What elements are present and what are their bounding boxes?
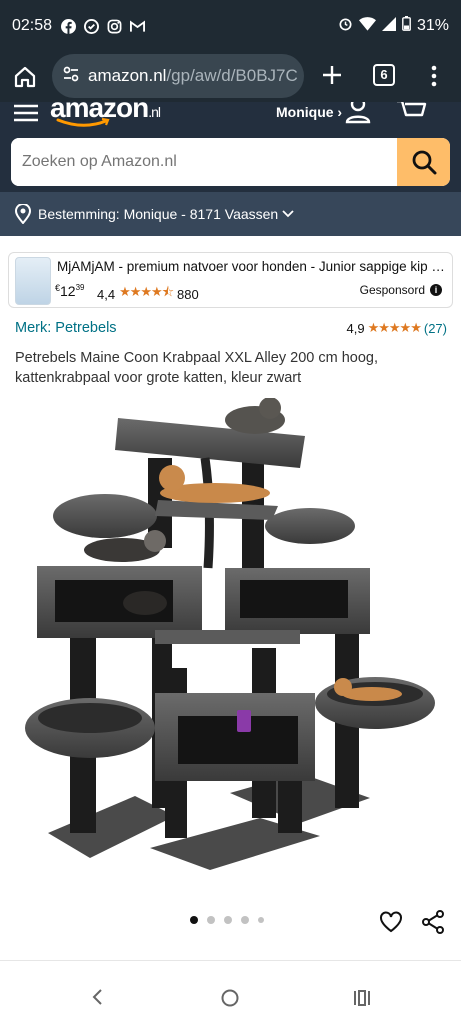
tab-switcher-button[interactable]: 6 xyxy=(373,64,395,86)
sponsored-price: €1239 xyxy=(55,283,85,299)
carousel-dot[interactable] xyxy=(241,916,249,924)
notification-icons xyxy=(60,18,145,34)
brand-link[interactable]: Merk: Petrebels xyxy=(15,320,117,336)
location-text: Bestemming: Monique - 8171 Vaassen xyxy=(38,206,279,222)
amazon-header: amazon.nl Monique › Bestemming: Monique … xyxy=(0,102,461,236)
alarm-icon xyxy=(338,16,353,36)
url-field[interactable]: amazon.nl/gp/aw/d/B0BJ7C xyxy=(52,54,304,98)
sync-icon xyxy=(83,18,99,34)
review-count: (27) xyxy=(423,320,447,336)
hamburger-menu-button[interactable] xyxy=(14,102,38,122)
recents-icon xyxy=(354,990,370,1006)
cart-icon[interactable] xyxy=(396,102,428,124)
system-navigation-bar xyxy=(0,960,461,1024)
battery-icon xyxy=(402,16,411,36)
carousel-dot[interactable] xyxy=(190,916,198,924)
back-icon xyxy=(92,989,102,1005)
carousel-dot[interactable] xyxy=(224,916,232,924)
home-icon xyxy=(14,66,36,88)
product-title: Petrebels Maine Coon Krabpaal XXL Alley … xyxy=(15,350,378,386)
system-indicators: 31% xyxy=(338,16,449,36)
star-rating-icon: ★★★★⯪ xyxy=(119,284,174,299)
search-button[interactable] xyxy=(397,138,450,186)
facebook-icon xyxy=(60,18,76,34)
product-image[interactable] xyxy=(0,398,461,888)
product-rating[interactable]: 4,9 ★★★★★ (27) xyxy=(347,320,447,336)
info-icon[interactable]: i xyxy=(430,284,442,296)
site-settings-icon[interactable] xyxy=(62,65,80,88)
heart-icon xyxy=(380,911,402,933)
chevron-down-icon xyxy=(282,210,294,218)
sponsored-label: Gesponsord i xyxy=(360,283,442,297)
amazon-smile-icon xyxy=(56,118,110,127)
url-path: /gp/aw/d/B0BJ7C xyxy=(166,66,298,85)
battery-level: 31% xyxy=(416,17,449,34)
browser-menu-button[interactable] xyxy=(426,62,442,90)
sponsored-banner[interactable]: MjAMjAM - premium natvoer voor honden - … xyxy=(8,252,453,308)
sponsored-rating: 4,4 ★★★★⯪ 880 xyxy=(97,283,199,305)
status-bar: 02:58 31% xyxy=(0,0,461,52)
brand-rating-row: Merk: Petrebels 4,9 ★★★★★ (27) xyxy=(15,320,447,340)
search-input[interactable] xyxy=(11,138,397,186)
plus-icon xyxy=(323,66,341,84)
share-icon xyxy=(422,910,444,934)
more-vertical-icon xyxy=(431,65,437,87)
back-button[interactable] xyxy=(88,987,108,1007)
account-icon[interactable] xyxy=(344,102,372,124)
star-rating-icon: ★★★★★ xyxy=(367,320,422,335)
sponsored-review-count: 880 xyxy=(177,286,199,302)
gmail-icon xyxy=(129,18,145,34)
image-carousel-indicator[interactable] xyxy=(190,916,264,924)
account-link[interactable]: Monique › xyxy=(276,104,342,120)
status-time: 02:58 xyxy=(12,17,53,34)
sponsored-product-image xyxy=(15,257,51,305)
url-host: amazon.nl xyxy=(88,66,167,85)
sponsored-title: MjAMjAM - premium natvoer voor honden - … xyxy=(57,259,447,274)
new-tab-button[interactable] xyxy=(318,60,346,90)
search-icon xyxy=(412,150,436,175)
home-circle-icon xyxy=(221,989,239,1007)
carousel-dot[interactable] xyxy=(258,917,264,923)
home-button[interactable] xyxy=(12,64,38,90)
carousel-dot[interactable] xyxy=(207,916,215,924)
wishlist-button[interactable] xyxy=(378,909,404,935)
home-nav-button[interactable] xyxy=(220,988,240,1008)
recents-button[interactable] xyxy=(352,989,372,1007)
signal-icon xyxy=(381,16,396,36)
search-bar xyxy=(11,138,450,186)
instagram-icon xyxy=(106,18,122,34)
location-pin-icon xyxy=(14,204,32,224)
wifi-icon xyxy=(358,16,376,36)
browser-toolbar: amazon.nl/gp/aw/d/B0BJ7C 6 xyxy=(0,52,461,102)
share-button[interactable] xyxy=(421,909,445,935)
header-top-row: amazon.nl Monique › xyxy=(0,102,461,128)
menu-icon xyxy=(14,104,38,122)
delivery-location[interactable]: Bestemming: Monique - 8171 Vaassen xyxy=(0,192,461,236)
